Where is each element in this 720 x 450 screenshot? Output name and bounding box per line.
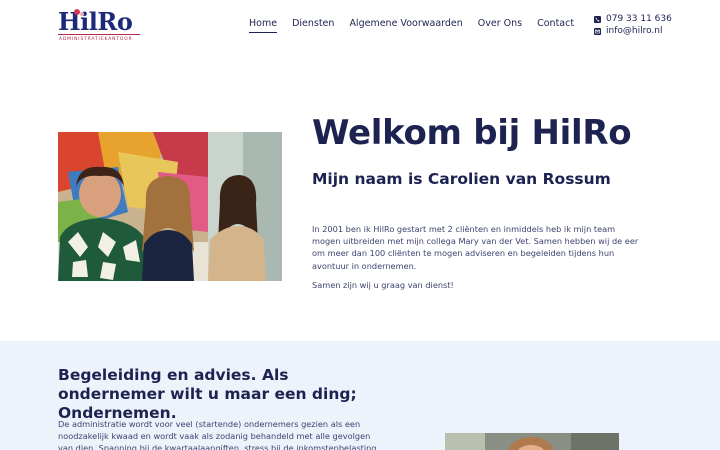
team-photo-illustration — [58, 132, 282, 281]
hero-intro-paragraph: In 2001 ben ik HilRo gestart met 2 cliën… — [312, 224, 639, 271]
hero-closing-paragraph: Samen zijn wij u graag van dienst! — [312, 280, 454, 290]
nav-item-diensten[interactable]: Diensten — [292, 18, 334, 33]
logo-dot-small-icon — [80, 12, 84, 16]
email-link[interactable]: info@hilro.nl — [594, 25, 672, 37]
services-intro-section: Begeleiding en advies. Als ondernemer wi… — [0, 341, 720, 450]
logo-underline — [58, 34, 140, 35]
section-photo-illustration — [421, 433, 641, 450]
logo-wordmark: HilRo — [58, 7, 133, 36]
logo-tagline: ADMINISTRATIEKANTOOR — [59, 37, 133, 42]
hero-subtitle: Mijn naam is Carolien van Rossum — [312, 170, 611, 188]
nav-item-contact[interactable]: Contact — [537, 18, 574, 33]
section-title: Begeleiding en advies. Als ondernemer wi… — [58, 366, 357, 422]
nav-item-over-ons[interactable]: Over Ons — [478, 18, 522, 33]
envelope-icon — [594, 27, 601, 35]
site-header: HilRo ADMINISTRATIEKANTOOR Home Diensten… — [0, 0, 720, 50]
phone-icon — [594, 15, 601, 23]
section-photo — [421, 433, 641, 450]
phone-link[interactable]: 079 33 11 636 — [594, 13, 672, 25]
email-address: info@hilro.nl — [606, 26, 663, 36]
hero-title: Welkom bij HilRo — [312, 113, 632, 153]
section-paragraph: De administratie wordt voor veel (starte… — [58, 419, 377, 450]
hilro-logo[interactable]: HilRo ADMINISTRATIEKANTOOR — [58, 7, 142, 44]
team-photo — [58, 132, 282, 281]
nav-item-algemene-voorwaarden[interactable]: Algemene Voorwaarden — [349, 18, 462, 33]
phone-number: 079 33 11 636 — [606, 14, 672, 24]
main-navigation: Home Diensten Algemene Voorwaarden Over … — [249, 18, 574, 33]
header-contact: 079 33 11 636 info@hilro.nl — [594, 13, 672, 37]
nav-item-home[interactable]: Home — [249, 18, 278, 33]
